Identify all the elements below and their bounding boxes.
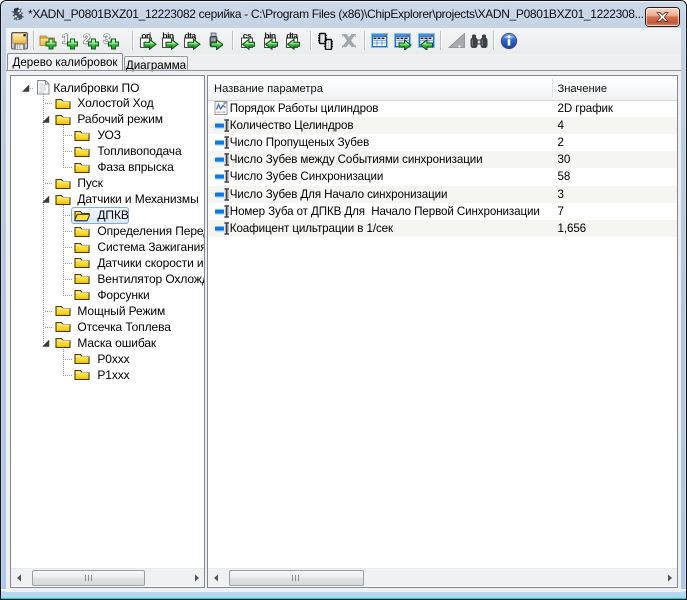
- svg-text:cs: cs: [243, 32, 252, 41]
- svg-text:dta: dta: [184, 32, 196, 41]
- svg-text:bin: bin: [264, 32, 276, 41]
- svg-text:dta: dta: [286, 32, 298, 41]
